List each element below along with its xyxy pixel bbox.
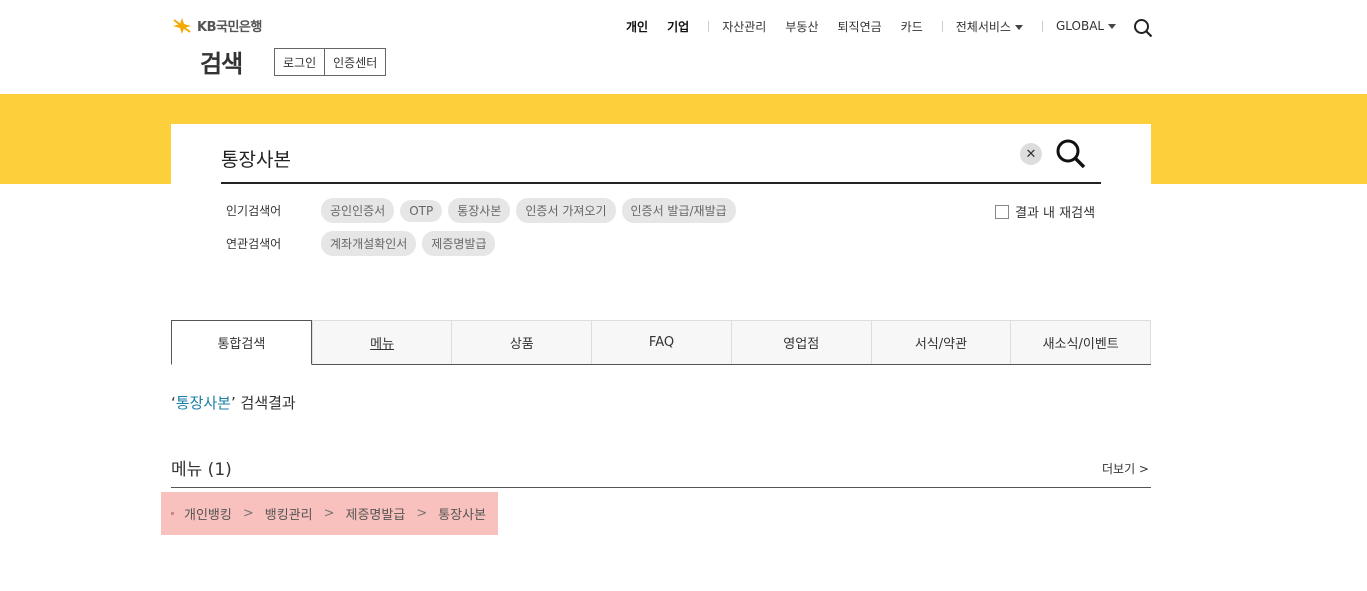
tab-label: 상품 [509, 337, 534, 352]
nav-business[interactable]: 기업 [667, 18, 689, 35]
search-underline [221, 182, 1101, 184]
breadcrumb-item[interactable]: 통장사본 [438, 504, 486, 523]
search-icon[interactable] [1055, 138, 1087, 170]
nav-global[interactable]: GLOBAL [1055, 19, 1117, 33]
search-within-results[interactable]: 결과 내 재검색 [995, 202, 1095, 221]
nav-pension[interactable]: 퇴직연금 [837, 18, 881, 35]
popular-keywords-label: 인기검색어 [226, 204, 282, 218]
kb-logo[interactable]: KB국민은행 [171, 16, 262, 35]
nav-real-estate[interactable]: 부동산 [785, 18, 818, 35]
result-keyword: 통장사본 [175, 394, 231, 412]
breadcrumb-separator: > [416, 506, 428, 521]
tab-label: 서식/약관 [914, 337, 968, 352]
nav-divider [708, 20, 710, 32]
keyword-chip[interactable]: 제증명발급 [422, 231, 496, 256]
tab-label: 영업점 [783, 337, 820, 352]
keyword-chip[interactable]: 인증서 발급/재발급 [621, 198, 736, 223]
breadcrumb-item[interactable]: 개인뱅킹 [184, 504, 232, 523]
breadcrumb-item[interactable]: 제증명발급 [346, 504, 406, 523]
keyword-chip[interactable]: OTP [400, 199, 443, 222]
tab-faq[interactable]: FAQ [591, 320, 731, 364]
nav-card[interactable]: 카드 [901, 18, 923, 35]
global-nav: 개인 기업 자산관리 부동산 퇴직연금 카드 전체서비스 GLOBAL [626, 17, 1135, 35]
tab-label: 메뉴 [370, 337, 395, 352]
login-button[interactable]: 로그인 [275, 49, 325, 75]
menu-section-header: 메뉴 (1) 더보기 > [171, 452, 1151, 488]
clear-search-button[interactable]: ✕ [1020, 143, 1042, 165]
caret-down-icon [1014, 24, 1023, 30]
more-link[interactable]: 더보기 > [1102, 460, 1149, 477]
breadcrumb-separator: > [242, 506, 254, 521]
tab-label: FAQ [648, 335, 675, 350]
nav-divider [941, 20, 943, 32]
nav-divider [1041, 20, 1043, 32]
result-suffix: ’ 검색결과 [230, 394, 296, 412]
tab-menu[interactable]: 메뉴 [311, 320, 452, 364]
nav-global-label: GLOBAL [1055, 19, 1105, 33]
page-title: 검색 [200, 50, 243, 78]
popular-keywords: 인기검색어 공인인증서 OTP 통장사본 인증서 가져오기 인증서 발급/재발급 [226, 198, 742, 223]
result-heading: ‘통장사본’ 검색결과 [171, 392, 296, 413]
search-within-checkbox[interactable] [995, 204, 1009, 219]
util-buttons: 로그인 인증센터 [274, 48, 387, 76]
bullet-icon [171, 512, 174, 515]
keyword-chip[interactable]: 통장사본 [448, 198, 511, 223]
tab-all[interactable]: 통합검색 [171, 320, 312, 365]
nav-asset-management[interactable]: 자산관리 [722, 18, 766, 35]
search-page: KB국민은행 검색 로그인 인증센터 개인 기업 자산관리 부동산 퇴직연금 카… [0, 0, 1367, 591]
breadcrumb-item[interactable]: 뱅킹관리 [265, 504, 313, 523]
breadcrumb-separator: > [323, 506, 335, 521]
tab-forms[interactable]: 서식/약관 [870, 320, 1011, 364]
related-keywords-label: 연관검색어 [226, 237, 282, 251]
caret-down-icon [1108, 24, 1117, 29]
kb-star-icon [173, 17, 191, 34]
logo-text: KB국민은행 [197, 20, 262, 35]
tab-label: 새소식/이벤트 [1042, 337, 1119, 352]
search-within-label: 결과 내 재검색 [1015, 206, 1096, 221]
search-input[interactable] [221, 140, 1011, 176]
nav-personal[interactable]: 개인 [626, 18, 648, 35]
keyword-chip[interactable]: 계좌개설확인서 [321, 231, 417, 256]
tab-products[interactable]: 상품 [451, 320, 592, 364]
keyword-chip[interactable]: 공인인증서 [321, 198, 395, 223]
cert-center-button[interactable]: 인증센터 [324, 49, 386, 75]
header-search-icon[interactable] [1133, 18, 1153, 38]
close-icon: ✕ [1025, 146, 1037, 162]
tab-label: 통합검색 [217, 337, 266, 352]
nav-all-services-label: 전체서비스 [955, 19, 1011, 34]
menu-result-item[interactable]: 개인뱅킹 > 뱅킹관리 > 제증명발급 > 통장사본 [161, 492, 498, 535]
section-title: 메뉴 (1) [171, 460, 232, 480]
related-keywords: 연관검색어 계좌개설확인서 제증명발급 [226, 231, 501, 256]
tab-news[interactable]: 새소식/이벤트 [1010, 320, 1152, 364]
nav-all-services[interactable]: 전체서비스 [956, 18, 1023, 35]
result-tabs: 통합검색 메뉴 상품 FAQ 영업점 서식/약관 새소식/이벤트 [171, 320, 1152, 365]
keyword-chip[interactable]: 인증서 가져오기 [516, 198, 616, 223]
tab-branches[interactable]: 영업점 [730, 320, 871, 364]
